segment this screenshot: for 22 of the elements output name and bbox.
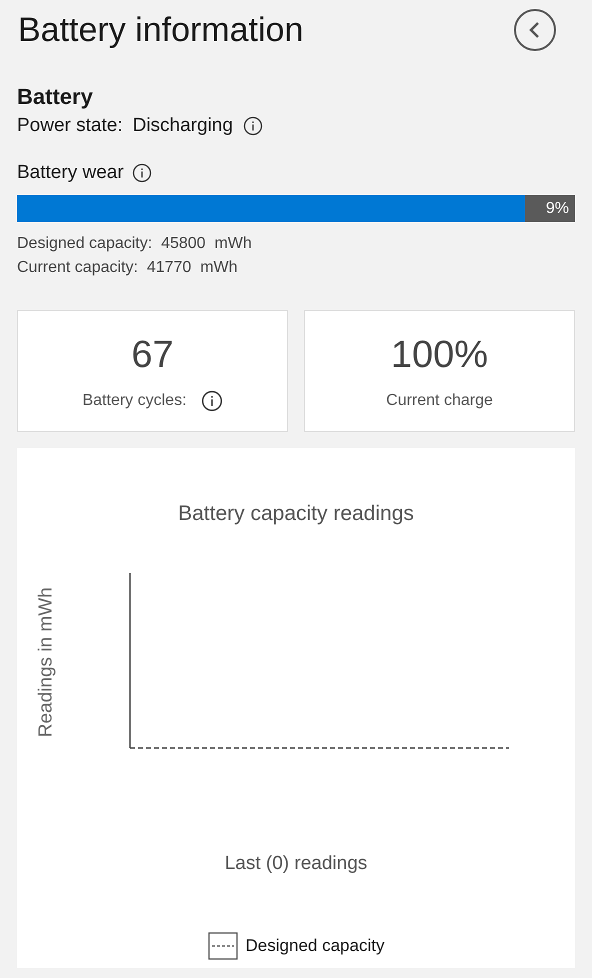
- info-icon[interactable]: [242, 116, 263, 136]
- info-icon[interactable]: [200, 390, 223, 412]
- legend-label: Designed capacity: [246, 935, 384, 958]
- back-button[interactable]: [514, 9, 556, 51]
- chevron-left-icon: [528, 21, 542, 39]
- current-capacity: Current capacity: 41770 mWh: [17, 258, 239, 278]
- stat-value: 100%: [390, 333, 488, 377]
- stat-label: Battery cycles:: [82, 391, 187, 411]
- designed-capacity: Designed capacity: 45800 mWh: [17, 234, 253, 254]
- wear-percent: 9%: [544, 199, 570, 219]
- power-state-value: Discharging: [132, 114, 233, 138]
- info-icon[interactable]: [132, 162, 152, 183]
- dashed-legend-icon: [208, 932, 238, 960]
- battery-wear-label: Battery wear: [17, 160, 124, 184]
- power-state-label: Power state:: [17, 114, 123, 138]
- stat-value: 67: [131, 333, 174, 377]
- y-axis-label: Readings in mWh: [34, 588, 58, 738]
- x-axis-label: Last (0) readings: [224, 852, 368, 876]
- section-heading: Battery: [17, 84, 94, 110]
- chart-title: Battery capacity readings: [178, 501, 414, 527]
- page-title: Battery information: [18, 10, 304, 51]
- stat-label: Current charge: [386, 391, 493, 411]
